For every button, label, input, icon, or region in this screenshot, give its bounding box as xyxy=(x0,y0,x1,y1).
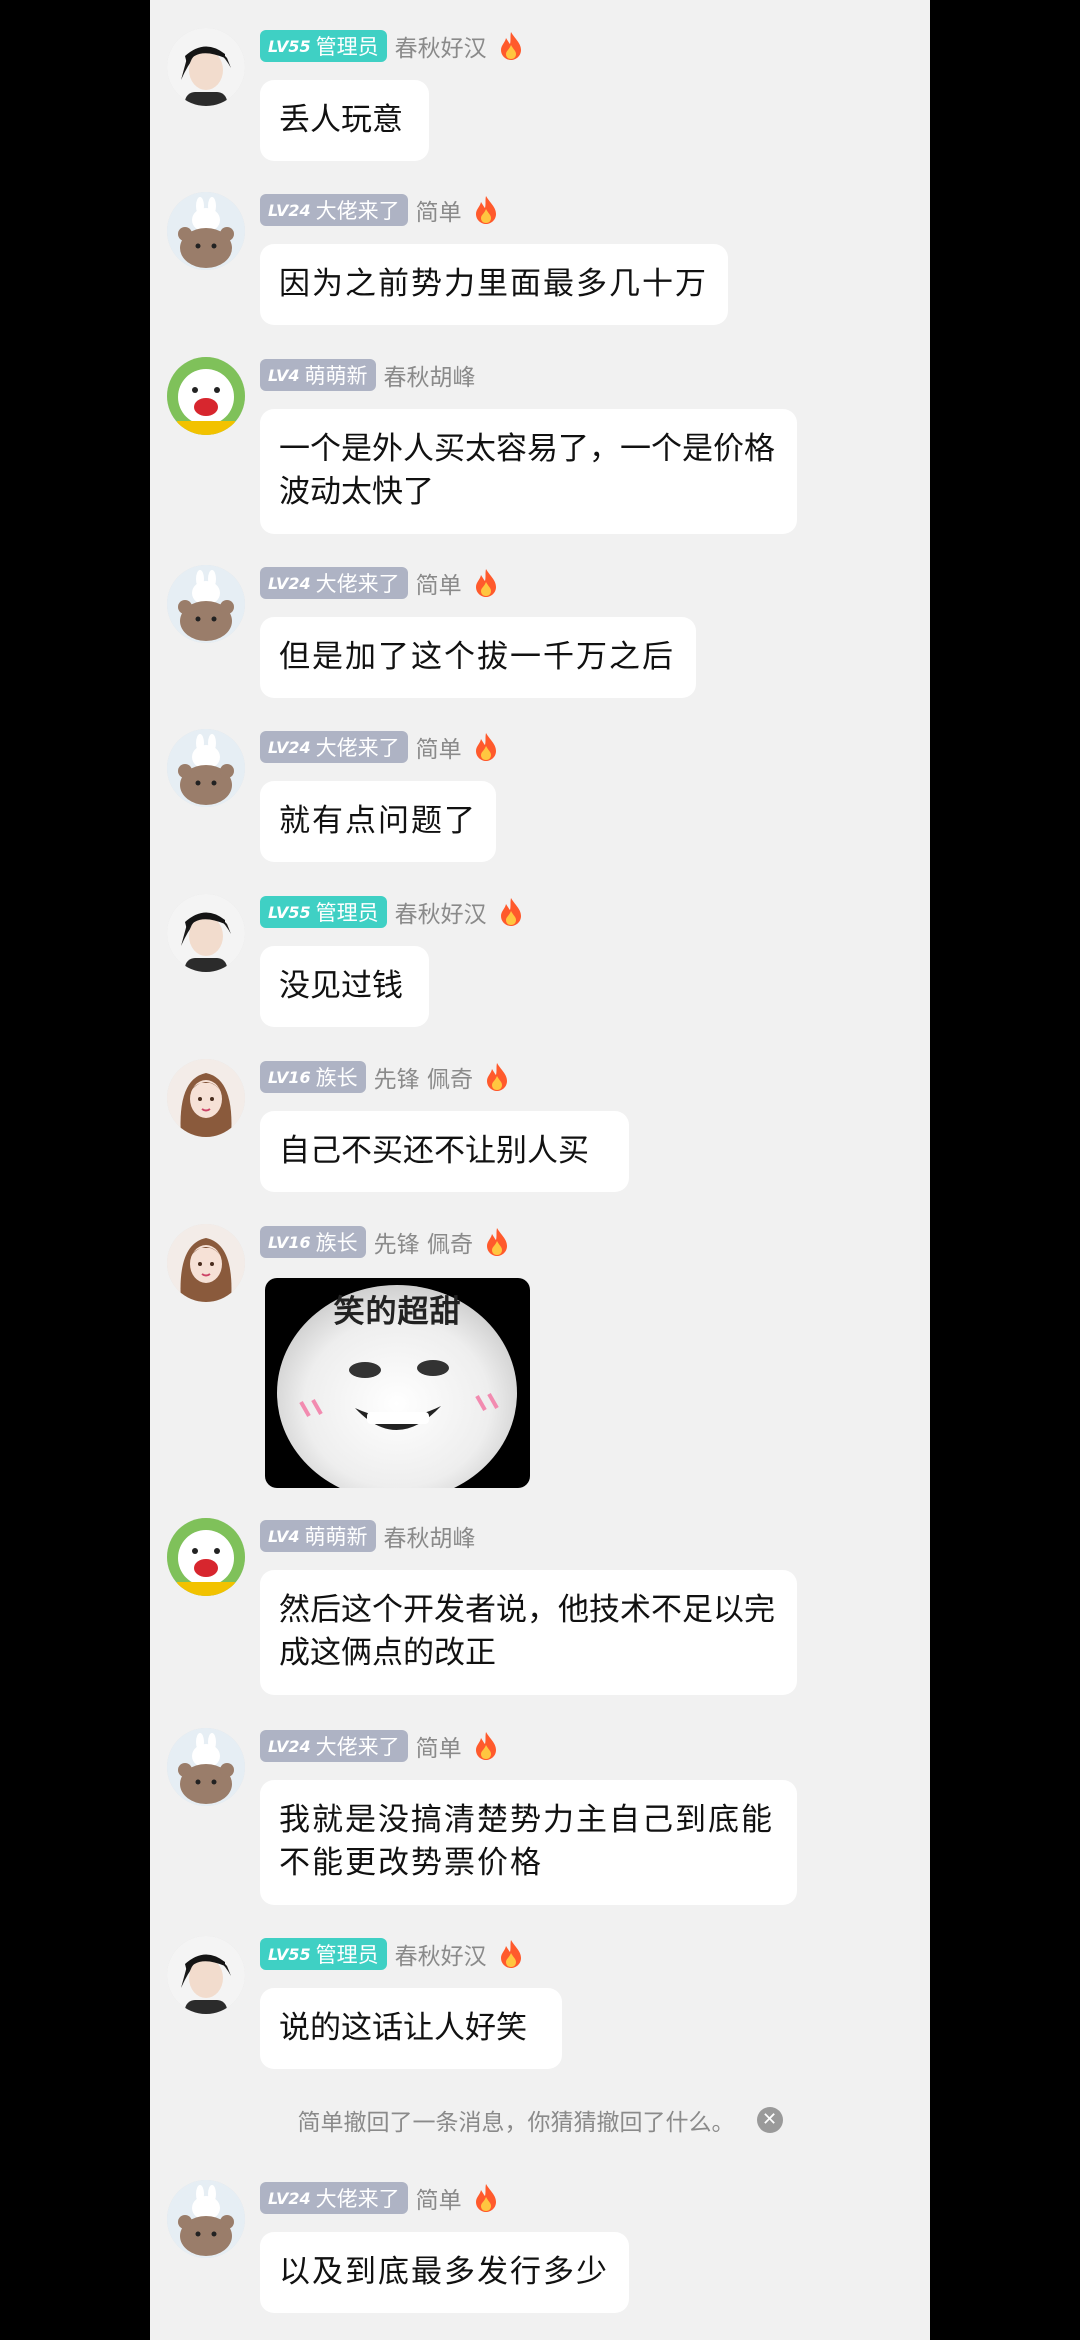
member-title: 管理员 xyxy=(315,35,379,59)
member-title: 大佬来了 xyxy=(315,1735,400,1759)
fire-icon xyxy=(500,898,521,926)
fire-icon xyxy=(486,1063,507,1091)
avatar[interactable] xyxy=(167,1728,245,1806)
fire-icon xyxy=(486,1228,507,1256)
message-bubble[interactable]: 自己不买还不让别人买 xyxy=(260,1111,629,1192)
message-header: LV55 管理员 春秋好汉 xyxy=(260,894,523,930)
message-row: LV16 族长 先锋 佩奇笑的超甜 xyxy=(150,1224,930,1488)
message-bubble[interactable]: 一个是外人买太容易了，一个是价格波动太快了 xyxy=(260,409,797,534)
message-bubble[interactable]: 然后这个开发者说，他技术不足以完成这俩点的改正 xyxy=(260,1570,797,1695)
message-bubble[interactable]: 丢人玩意 xyxy=(260,80,429,161)
message-bubble[interactable]: 我就是没搞清楚势力主自己到底能不能更改势票价格 xyxy=(260,1780,797,1905)
level-badge: LV4 萌萌新 xyxy=(260,1520,376,1552)
message-bubble[interactable]: 以及到底最多发行多少 xyxy=(260,2232,629,2313)
member-title: 大佬来了 xyxy=(315,2187,400,2211)
level-badge: LV24 大佬来了 xyxy=(260,731,408,763)
level-label: LV24 xyxy=(268,737,311,757)
level-label: LV16 xyxy=(268,1232,311,1252)
level-badge: LV16 族长 xyxy=(260,1061,366,1093)
message-row: LV24 大佬来了 简单以及到底最多发行多少 xyxy=(150,2180,930,2340)
avatar[interactable] xyxy=(167,2180,245,2258)
member-title: 萌萌新 xyxy=(304,1525,368,1549)
level-label: LV55 xyxy=(268,902,311,922)
level-label: LV24 xyxy=(268,1736,311,1756)
message-header: LV24 大佬来了 简单 xyxy=(260,565,498,601)
level-label: LV4 xyxy=(268,365,300,385)
message-header: LV16 族长 先锋 佩奇 xyxy=(260,1224,509,1260)
member-title: 萌萌新 xyxy=(304,364,368,388)
username[interactable]: 简单 xyxy=(416,1729,462,1763)
avatar[interactable] xyxy=(167,1936,245,2014)
message-header: LV4 萌萌新 春秋胡峰 xyxy=(260,1518,476,1554)
message-header: LV24 大佬来了 简单 xyxy=(260,2180,498,2216)
chat-panel[interactable]: 简单撤回了一条消息，你猜猜撤回了什么。 ✕ LV55 管理员 春秋好汉 丢人玩意 LV2… xyxy=(150,0,930,2340)
level-badge: LV24 大佬来了 xyxy=(260,567,408,599)
message-header: LV4 萌萌新 春秋胡峰 xyxy=(260,357,476,393)
level-label: LV55 xyxy=(268,1944,311,1964)
message-bubble[interactable]: 说的这话让人好笑 xyxy=(260,1988,562,2069)
message-header: LV24 大佬来了 简单 xyxy=(260,192,498,228)
member-title: 大佬来了 xyxy=(315,736,400,760)
message-header: LV24 大佬来了 简单 xyxy=(260,729,498,765)
member-title: 族长 xyxy=(315,1066,358,1090)
level-badge: LV55 管理员 xyxy=(260,1938,387,1970)
level-badge: LV55 管理员 xyxy=(260,30,387,62)
username[interactable]: 先锋 佩奇 xyxy=(374,1225,473,1259)
level-label: LV24 xyxy=(268,2188,311,2208)
message-header: LV55 管理员 春秋好汉 xyxy=(260,28,523,64)
fire-icon xyxy=(500,1940,521,1968)
avatar[interactable] xyxy=(167,729,245,807)
level-badge: LV24 大佬来了 xyxy=(260,2182,408,2214)
username[interactable]: 春秋好汉 xyxy=(395,895,487,929)
username[interactable]: 春秋好汉 xyxy=(395,1937,487,1971)
fire-icon xyxy=(500,32,521,60)
level-badge: LV55 管理员 xyxy=(260,896,387,928)
fire-icon xyxy=(475,733,496,761)
username[interactable]: 简单 xyxy=(416,2181,462,2215)
username[interactable]: 先锋 佩奇 xyxy=(374,1060,473,1094)
fire-icon xyxy=(475,2184,496,2212)
message-header: LV24 大佬来了 简单 xyxy=(260,1728,498,1764)
member-title: 管理员 xyxy=(315,1943,379,1967)
fire-icon xyxy=(475,1732,496,1760)
avatar[interactable] xyxy=(167,1059,245,1137)
message-bubble[interactable]: 没见过钱 xyxy=(260,946,429,1027)
level-badge: LV4 萌萌新 xyxy=(260,359,376,391)
sticker-caption: 笑的超甜 xyxy=(333,1294,462,1330)
member-title: 族长 xyxy=(315,1231,358,1255)
message-bubble[interactable]: 因为之前势力里面最多几十万 xyxy=(260,244,728,325)
avatar[interactable] xyxy=(167,28,245,106)
message-row: LV55 管理员 春秋好汉说的这话让人好笑 xyxy=(150,1936,930,2196)
level-label: LV4 xyxy=(268,1526,300,1546)
message-header: LV55 管理员 春秋好汉 xyxy=(260,1936,523,1972)
message-bubble[interactable]: 但是加了这个拔一千万之后 xyxy=(260,617,696,698)
message-header: LV16 族长 先锋 佩奇 xyxy=(260,1059,509,1095)
username[interactable]: 简单 xyxy=(416,730,462,764)
username[interactable]: 简单 xyxy=(416,566,462,600)
member-title: 管理员 xyxy=(315,901,379,925)
avatar[interactable] xyxy=(167,357,245,435)
avatar[interactable] xyxy=(167,192,245,270)
level-label: LV24 xyxy=(268,200,311,220)
level-label: LV16 xyxy=(268,1067,311,1087)
level-label: LV55 xyxy=(268,36,311,56)
avatar[interactable] xyxy=(167,565,245,643)
level-badge: LV16 族长 xyxy=(260,1226,366,1258)
member-title: 大佬来了 xyxy=(315,199,400,223)
avatar[interactable] xyxy=(167,1518,245,1596)
username[interactable]: 春秋胡峰 xyxy=(384,358,476,392)
message-bubble[interactable]: 就有点问题了 xyxy=(260,781,496,862)
username[interactable]: 简单 xyxy=(416,193,462,227)
username[interactable]: 春秋好汉 xyxy=(395,29,487,63)
username[interactable]: 春秋胡峰 xyxy=(384,1519,476,1553)
fire-icon xyxy=(475,196,496,224)
level-badge: LV24 大佬来了 xyxy=(260,1730,408,1762)
member-title: 大佬来了 xyxy=(315,572,400,596)
level-label: LV24 xyxy=(268,573,311,593)
avatar[interactable] xyxy=(167,894,245,972)
level-badge: LV24 大佬来了 xyxy=(260,194,408,226)
fire-icon xyxy=(475,569,496,597)
avatar[interactable] xyxy=(167,1224,245,1302)
sticker-image[interactable]: 笑的超甜 xyxy=(265,1278,530,1488)
